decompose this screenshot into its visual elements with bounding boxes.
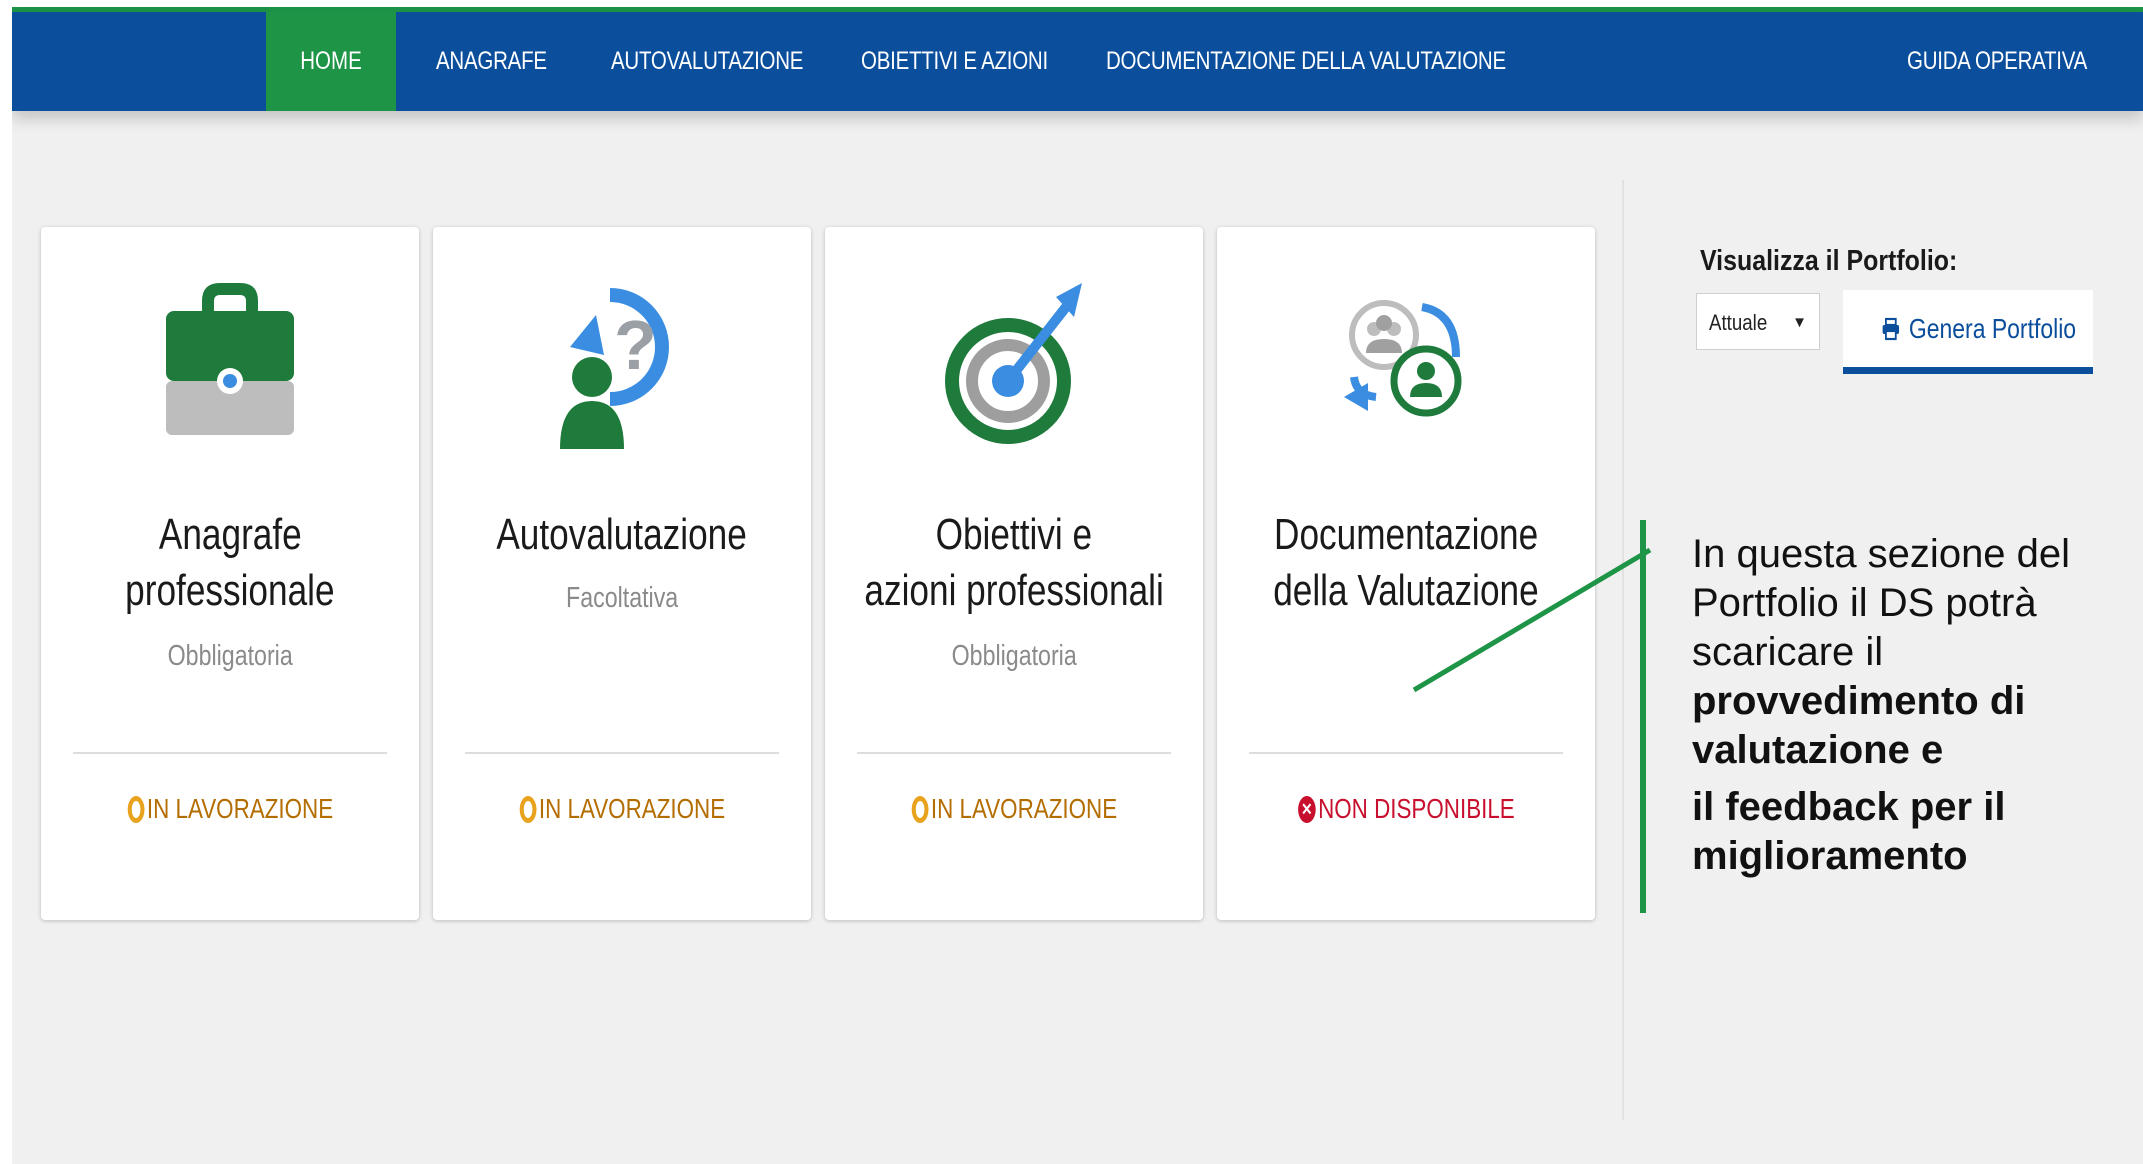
card-subtitle: Obbligatoria xyxy=(951,640,1077,672)
status-badge: ✕ NON DISPONIBILE xyxy=(1217,789,1595,829)
select-value: Attuale xyxy=(1709,310,1768,335)
status-badge: IN LAVORAZIONE xyxy=(825,789,1203,829)
annotation-bar xyxy=(1640,520,1646,913)
card-divider xyxy=(857,752,1171,754)
portfolio-label: Visualizza il Portfolio: xyxy=(1700,245,1958,277)
card-obiettivi[interactable]: Obiettivi e azioni professionali Obbliga… xyxy=(825,227,1203,920)
card-title-line1: Anagrafe xyxy=(158,510,302,559)
card-anagrafe[interactable]: Anagrafe professionale Obbligatoria IN L… xyxy=(41,227,419,920)
portfolio-version-select[interactable]: Attuale ▼ xyxy=(1696,293,1820,350)
card-documentazione[interactable]: Documentazione della Valutazione ✕ NON DI… xyxy=(1217,227,1595,920)
card-autovalutazione[interactable]: ? Autovalutazione Facoltativa IN LAVORAZ… xyxy=(433,227,811,920)
status-badge: IN LAVORAZIONE xyxy=(433,789,811,829)
card-title-line2: azioni professionali xyxy=(864,566,1164,615)
vertical-separator xyxy=(1622,180,1624,1120)
annotation-text: In questa sezione del xyxy=(1692,532,2071,576)
nav-home[interactable]: HOME xyxy=(266,12,396,111)
annotation-bold-text: miglioramento xyxy=(1692,834,1968,878)
nav-anagrafe[interactable]: ANAGRAFE xyxy=(436,12,547,111)
printer-icon xyxy=(1882,317,1900,340)
svg-text:?: ? xyxy=(614,306,657,384)
annotation-text: scaricare il xyxy=(1692,630,1884,674)
annotation-callout: In questa sezione del Portfolio il DS po… xyxy=(1692,530,2112,881)
card-title-line1: Autovalutazione xyxy=(496,510,748,559)
in-progress-icon xyxy=(911,795,929,823)
card-title-line2: professionale xyxy=(125,566,335,615)
card-divider xyxy=(1249,752,1563,754)
card-divider xyxy=(73,752,387,754)
annotation-text: Portfolio il DS potrà xyxy=(1692,581,2037,625)
annotation-bold-text: valutazione e xyxy=(1692,728,1944,772)
generate-portfolio-button[interactable]: Genera Portfolio xyxy=(1843,290,2093,374)
status-badge: IN LAVORAZIONE xyxy=(41,789,419,829)
top-navbar: HOME ANAGRAFE AUTOVALUTAZIONE OBIETTIVI … xyxy=(12,12,2143,111)
nav-home-label: HOME xyxy=(300,47,362,75)
card-divider xyxy=(465,752,779,754)
in-progress-icon xyxy=(519,795,537,823)
nav-guida-operativa[interactable]: GUIDA OPERATIVA xyxy=(1907,12,2087,111)
annotation-bold-text: provvedimento di xyxy=(1692,679,2026,723)
generate-portfolio-label: Genera Portfolio xyxy=(1908,312,2077,344)
evaluation-documents-icon xyxy=(1217,277,1595,477)
card-title-line2: della Valutazione xyxy=(1273,566,1539,615)
target-icon xyxy=(825,277,1203,477)
unavailable-icon: ✕ xyxy=(1297,795,1316,823)
card-title-line1: Documentazione xyxy=(1273,510,1539,559)
nav-obiettivi-azioni[interactable]: OBIETTIVI E AZIONI xyxy=(861,12,1048,111)
chevron-down-icon: ▼ xyxy=(1792,314,1807,331)
card-subtitle: Facoltativa xyxy=(565,582,679,614)
annotation-bold-text: il feedback per il xyxy=(1692,785,2006,829)
briefcase-icon xyxy=(41,277,419,477)
self-evaluation-icon: ? xyxy=(433,277,811,477)
nav-autovalutazione[interactable]: AUTOVALUTAZIONE xyxy=(611,12,803,111)
card-title-line1: Obiettivi e xyxy=(935,510,1093,559)
in-progress-icon xyxy=(127,795,145,823)
nav-documentazione[interactable]: DOCUMENTAZIONE DELLA VALUTAZIONE xyxy=(1106,12,1506,111)
card-subtitle: Obbligatoria xyxy=(167,640,293,672)
